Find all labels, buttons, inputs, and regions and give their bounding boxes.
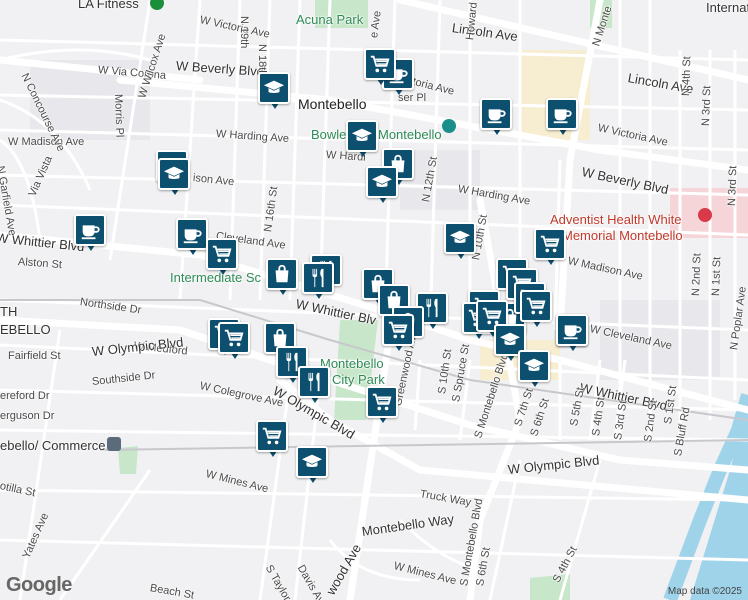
street-label-montebello: Montebello (298, 96, 367, 112)
education-icon (523, 355, 545, 377)
map-pin-cafe[interactable] (480, 98, 514, 140)
map-pin-education[interactable] (518, 350, 552, 392)
map-pin-grocery[interactable] (256, 420, 290, 462)
street-label-montebello-commerce: ebello/ Commerce (0, 438, 106, 453)
street-label-morris-pl: Morris Pl (112, 93, 126, 138)
restaurant-icon (307, 267, 329, 289)
education-icon (499, 329, 521, 351)
street-label-montebello2: Montebello (378, 127, 442, 142)
map-pin-cafe[interactable] (176, 218, 210, 260)
education-icon (263, 77, 285, 99)
map-pin-shopping[interactable] (266, 258, 300, 300)
map-pin-cafe[interactable] (546, 98, 580, 140)
map-attribution: Map data ©2025 (667, 586, 742, 597)
street-label-n-3rd-st: N 3rd St (700, 85, 714, 127)
street-label-erguson-dr: erguson Dr (0, 410, 55, 422)
map-pin-grocery[interactable] (366, 386, 400, 428)
street-label-n-4th-st: N 4th St (680, 56, 694, 97)
education-icon (163, 163, 185, 185)
grocery-icon (261, 425, 283, 447)
cafe-icon (485, 103, 507, 125)
grocery-icon (539, 233, 561, 255)
education-icon (371, 171, 393, 193)
street-label-n-19th-st: N 19th (238, 16, 250, 49)
map-pin-education[interactable] (258, 72, 292, 114)
map-pin-restaurant[interactable] (302, 262, 336, 304)
grocery-icon (525, 295, 547, 317)
map[interactable]: Acuna Park Montebello Bowle Montebello Linco… (0, 0, 748, 600)
street-label-ereford-dr: ereford Dr (0, 390, 50, 402)
map-pin-grocery[interactable] (218, 322, 252, 364)
street-label-internat: Internat (706, 0, 748, 15)
education-icon (449, 227, 471, 249)
cafe-icon (561, 319, 583, 341)
map-pin-cafe[interactable] (556, 314, 590, 356)
map-pin-grocery[interactable] (534, 228, 568, 270)
map-pin-education[interactable] (346, 120, 380, 162)
map-pin-grocery[interactable] (382, 314, 416, 356)
street-label-fairfield-st: Fairfield St (8, 350, 61, 362)
map-pin-education[interactable] (366, 166, 400, 208)
grocery-icon (369, 53, 391, 75)
school-poi-icon[interactable] (442, 119, 456, 133)
map-pin-education[interactable] (158, 158, 192, 200)
grocery-icon (387, 319, 409, 341)
cafe-icon (79, 219, 101, 241)
cafe-icon (551, 103, 573, 125)
street-label-memorial: Memorial Montebello (562, 228, 683, 243)
street-label-w-madison-ave: W Madison Ave (8, 136, 85, 148)
education-icon (351, 125, 373, 147)
street-label-th: TH (0, 304, 18, 319)
shopping-icon (271, 263, 293, 285)
street-label-adventist: Adventist Health White (550, 212, 682, 227)
map-pin-education[interactable] (296, 446, 330, 488)
train-station-icon[interactable] (107, 437, 121, 451)
grocery-icon (211, 243, 233, 265)
grocery-icon (223, 327, 245, 349)
grocery-icon (371, 391, 393, 413)
street-label-n-3rd-st2: N 3rd St (726, 165, 740, 207)
google-logo: Google (6, 574, 72, 596)
map-pin-grocery[interactable] (364, 48, 398, 90)
street-label-la-fitness: LA Fitness (78, 0, 139, 11)
map-pin-education[interactable] (444, 222, 478, 264)
street-label-bowle: Bowle (311, 127, 347, 142)
street-label-acuna-park: Acuna Park (296, 12, 364, 27)
map-pin-restaurant[interactable] (298, 366, 332, 408)
hospital-poi-icon[interactable] (698, 208, 712, 222)
education-icon (301, 451, 323, 473)
cafe-icon (181, 223, 203, 245)
street-label-n-1st-st: N 1st St (710, 256, 724, 297)
street-label-ebello: EBELLO (0, 322, 51, 337)
street-label-n-2nd-st: N 2nd St (690, 253, 704, 297)
street-label-city-park: City Park (332, 372, 385, 387)
map-pin-grocery[interactable] (206, 238, 240, 280)
map-pin-cafe[interactable] (74, 214, 108, 256)
restaurant-icon (303, 371, 325, 393)
